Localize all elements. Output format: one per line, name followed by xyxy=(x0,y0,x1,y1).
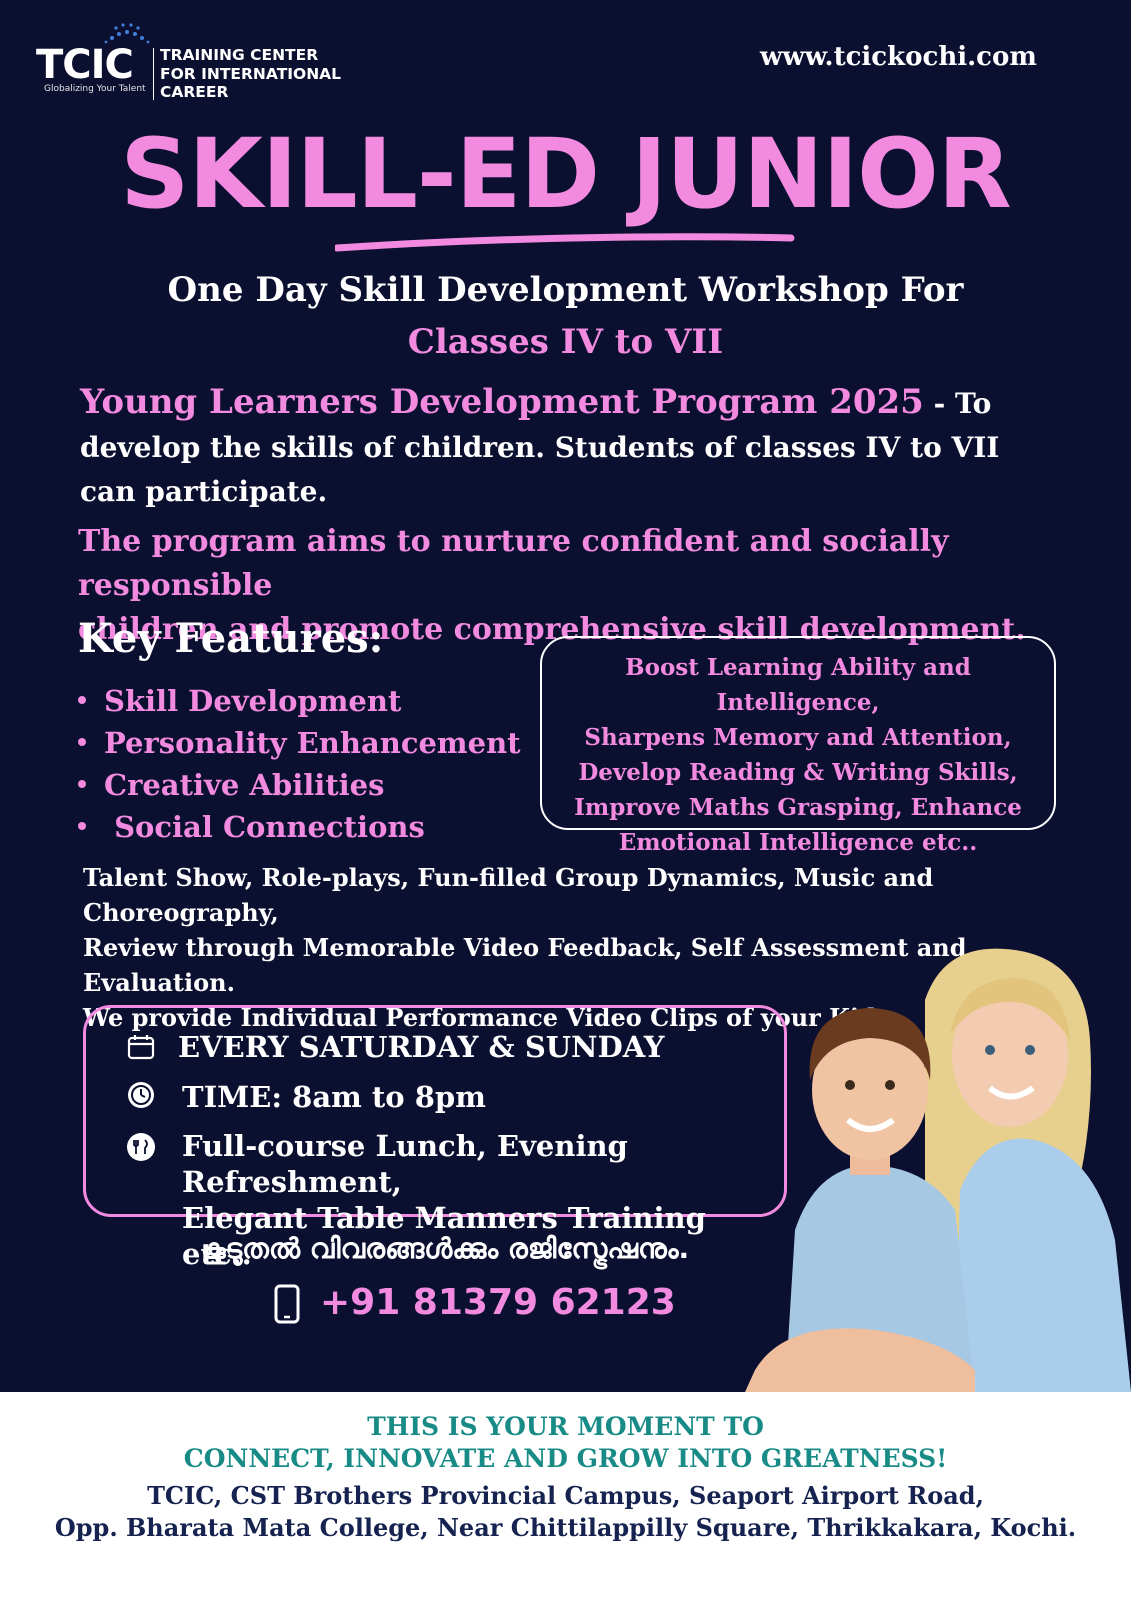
logo-name: TRAINING CENTER FOR INTERNATIONAL CAREER xyxy=(160,46,341,102)
benefit-line: Develop Reading & Writing Skills, xyxy=(578,759,1018,786)
poster-title: SKILL-ED JUNIOR xyxy=(120,118,1011,230)
logo-name-line: CAREER xyxy=(160,83,229,101)
footer-address: Opp. Bharata Mata College, Near Chittila… xyxy=(54,1513,1077,1542)
benefit-line: Improve Maths Grasping, Enhance xyxy=(574,794,1022,821)
schedule-days: EVERY SATURDAY & SUNDAY xyxy=(127,1030,664,1064)
dining-icon xyxy=(127,1133,155,1161)
key-feature-item: Skill Development xyxy=(78,680,521,722)
bullet-icon xyxy=(78,696,86,704)
benefit-line: Emotional Intelligence etc.. xyxy=(618,829,978,856)
benefit-line: Boost Learning Ability and Intelligence, xyxy=(625,654,971,716)
bullet-icon xyxy=(78,780,86,788)
benefits-box: Boost Learning Ability and Intelligence,… xyxy=(540,636,1056,856)
phone-number[interactable]: +91 81379 62123 xyxy=(320,1282,676,1323)
title-underline xyxy=(335,233,795,252)
bullet-icon xyxy=(78,822,86,830)
logo-divider xyxy=(153,48,154,100)
key-feature-item: Creative Abilities xyxy=(78,764,521,806)
benefit-line: Sharpens Memory and Attention, xyxy=(584,724,1012,751)
program-desc-lead: - To xyxy=(923,387,992,420)
footer-address: TCIC, CST Brothers Provincial Campus, Se… xyxy=(147,1481,984,1510)
schedule-box: EVERY SATURDAY & SUNDAY TIME: 8am to 8pm… xyxy=(83,1005,787,1271)
aim-line: The program aims to nurture confident an… xyxy=(78,524,949,603)
subtitle-workshop: One Day Skill Development Workshop For xyxy=(167,270,964,310)
clock-icon xyxy=(128,1082,154,1108)
logo-tagline: Globalizing Your Talent xyxy=(44,84,146,94)
bullet-icon xyxy=(78,738,86,746)
schedule-time: TIME: 8am to 8pm xyxy=(128,1080,486,1114)
program-desc-line: can participate. xyxy=(80,475,328,508)
logo-name-line: FOR INTERNATIONAL xyxy=(160,64,342,83)
website-url: www.tcickochi.com xyxy=(760,42,1037,72)
subtitle-classes: Classes IV to VII xyxy=(407,322,724,362)
key-feature-item: Personality Enhancement xyxy=(78,722,521,764)
activities-line: Talent Show, Role-plays, Fun-filled Grou… xyxy=(83,863,934,927)
footer: THIS IS YOUR MOMENT TO CONNECT, INNOVATE… xyxy=(0,1392,1131,1600)
footer-slogan: THIS IS YOUR MOMENT TO xyxy=(367,1412,764,1441)
phone-icon xyxy=(274,1284,300,1324)
poster: TCIC Globalizing Your Talent TRAINING CE… xyxy=(0,0,1131,1600)
program-description: Young Learners Development Program 2025 … xyxy=(80,380,1060,514)
program-desc-line: develop the skills of children. Students… xyxy=(80,431,1000,464)
footer-slogan: CONNECT, INNOVATE AND GROW INTO GREATNES… xyxy=(183,1444,948,1473)
program-name: Young Learners Development Program 2025 xyxy=(80,382,924,422)
calendar-icon xyxy=(127,1035,155,1060)
logo-dots-icon xyxy=(104,23,150,44)
key-features-title: Key Features: xyxy=(78,615,384,662)
logo-mark: TCIC xyxy=(36,42,134,88)
key-features-list: Skill Development Personality Enhancemen… xyxy=(78,680,521,848)
tcic-logo: TCIC Globalizing Your Talent TRAINING CE… xyxy=(36,22,366,102)
key-feature-item: Social Connections xyxy=(78,806,521,848)
kids-photo xyxy=(745,948,1131,1392)
logo-name-line: TRAINING CENTER xyxy=(160,46,319,64)
